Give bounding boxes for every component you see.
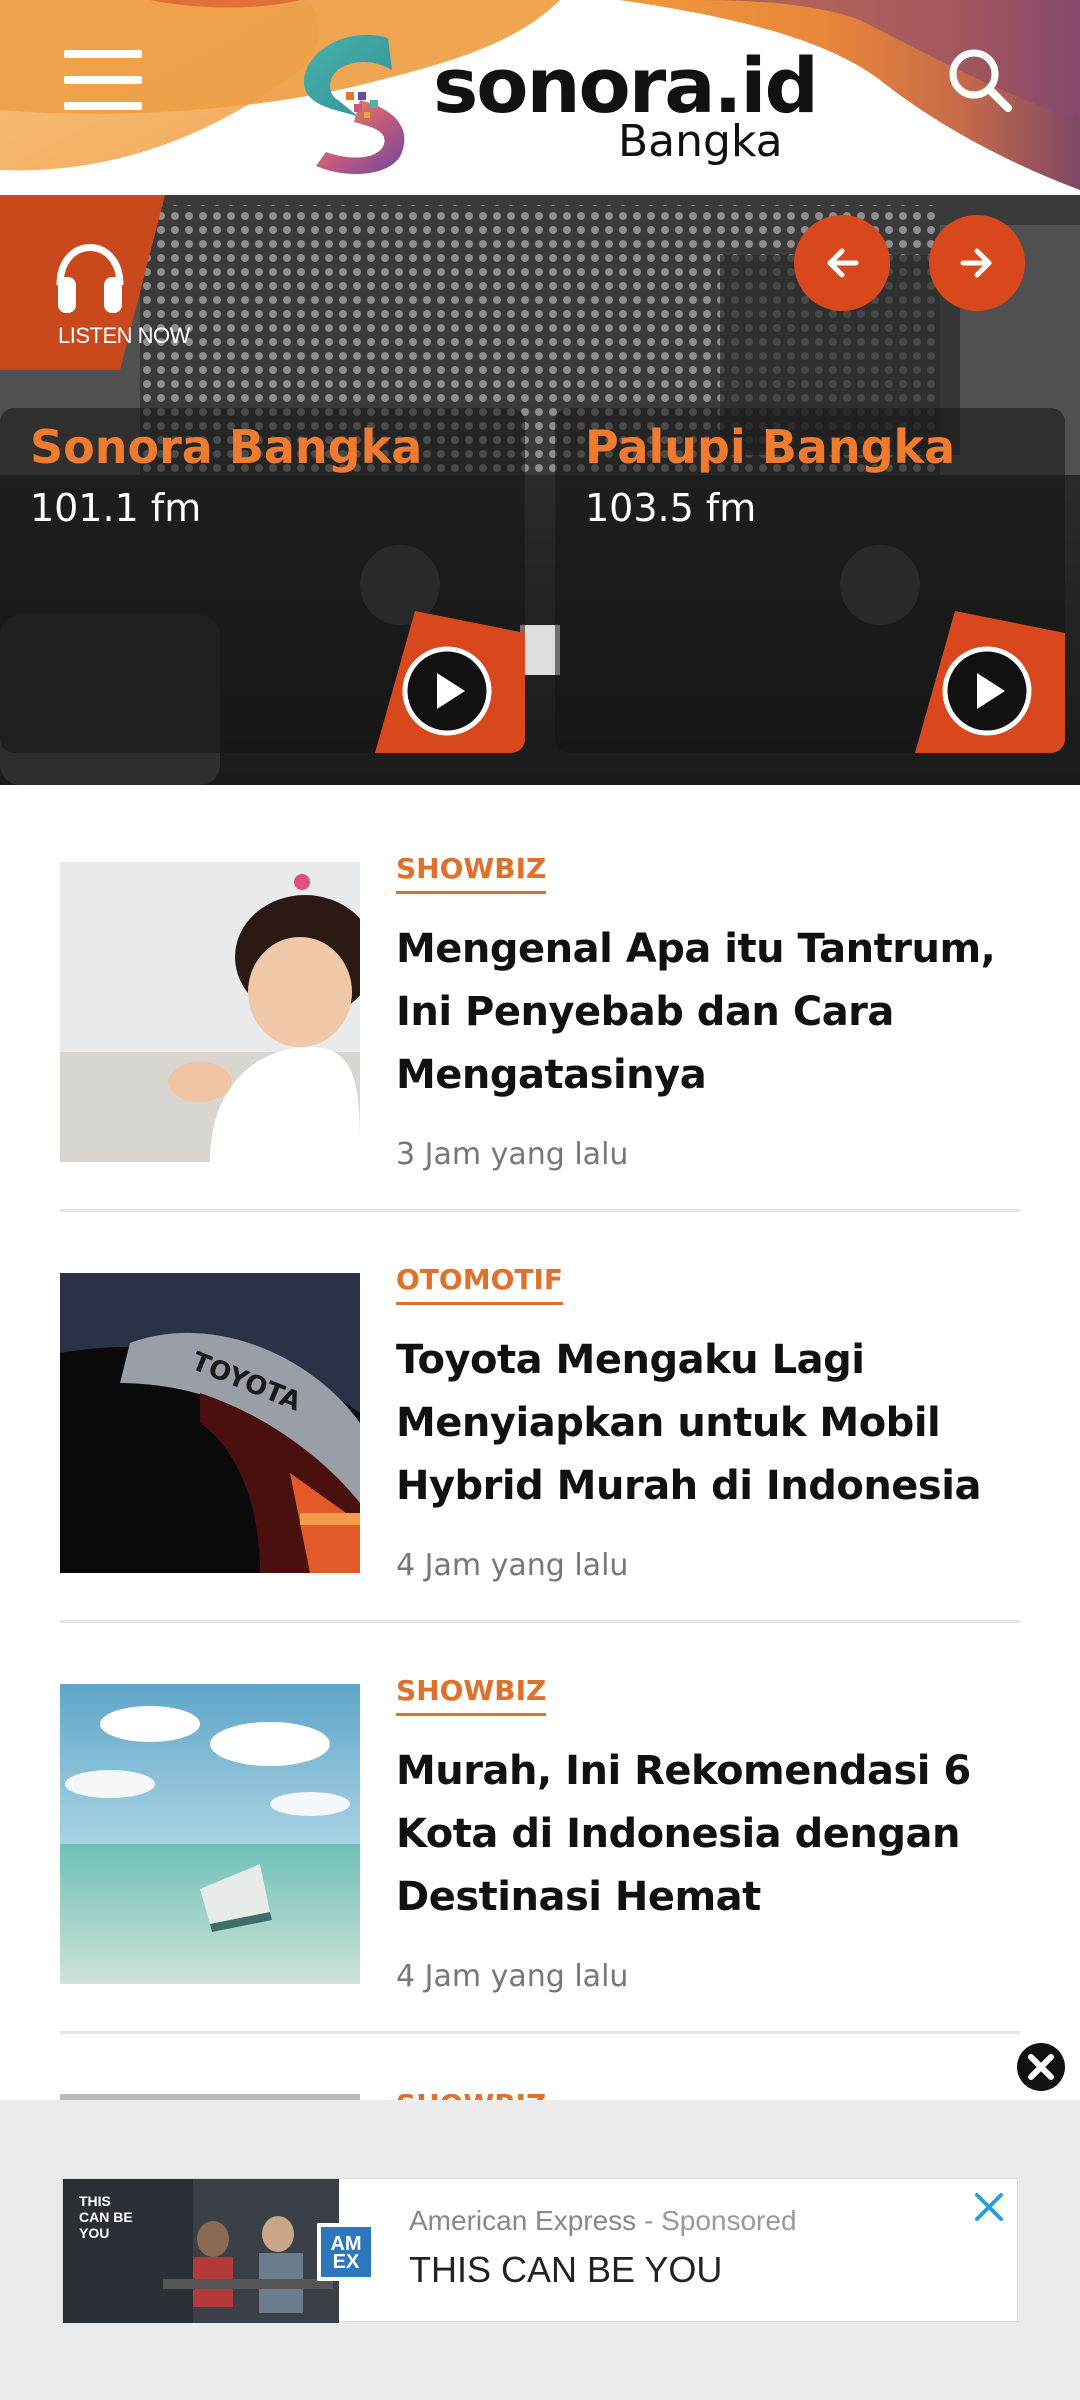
ad-close-icon[interactable] bbox=[1015, 2041, 1067, 2093]
ad-advertiser-name: American Express bbox=[409, 2205, 637, 2236]
hamburger-line bbox=[64, 102, 142, 110]
american-express-logo: AM EX bbox=[317, 2223, 375, 2281]
article-category[interactable]: SHOWBIZ bbox=[396, 852, 547, 894]
logo-subtitle: Bangka bbox=[618, 116, 783, 167]
ad-card[interactable]: THIS CAN BE YOU AM EX American Express -… bbox=[62, 2178, 1018, 2323]
carousel-next-button[interactable] bbox=[929, 215, 1025, 311]
article-timestamp: 4 Jam yang lalu bbox=[396, 1959, 629, 1994]
play-button[interactable] bbox=[375, 611, 525, 753]
search-icon[interactable] bbox=[946, 46, 1016, 116]
article-title[interactable]: Toyota Mengaku Lagi Menyiapkan untuk Mob… bbox=[396, 1329, 996, 1518]
station-frequency: 101.1 fm bbox=[30, 486, 202, 530]
article-item[interactable]: TOYOTA OTOMOTIF Toyota Mengaku Lagi Meny… bbox=[60, 1263, 1020, 1583]
station-frequency: 103.5 fm bbox=[585, 486, 757, 530]
article-thumbnail-crying-child[interactable] bbox=[60, 862, 360, 1162]
divider bbox=[60, 1209, 1020, 1212]
ad-dismiss-icon[interactable] bbox=[971, 2189, 1007, 2225]
ad-separator: - bbox=[636, 2205, 662, 2236]
station-card[interactable]: Palupi Bangka 103.5 fm bbox=[555, 408, 1065, 753]
ad-sponsored-label: Sponsored bbox=[661, 2205, 797, 2236]
ad-image[interactable]: THIS CAN BE YOU bbox=[63, 2179, 339, 2323]
hamburger-line bbox=[64, 50, 142, 58]
station-name: Sonora Bangka bbox=[30, 420, 423, 474]
article-item[interactable]: SHOWBIZ Murah, Ini Rekomendasi 6 Kota di… bbox=[60, 1674, 1020, 1994]
article-item[interactable]: SHOWBIZ Mengenal Apa itu Tantrum, Ini Pe… bbox=[60, 852, 1020, 1172]
logo-mark-icon bbox=[303, 34, 405, 175]
article-title[interactable]: Mengenal Apa itu Tantrum, Ini Penyebab d… bbox=[396, 918, 996, 1107]
article-thumbnail-toyota-car[interactable]: TOYOTA bbox=[60, 1273, 360, 1573]
hamburger-line bbox=[64, 76, 142, 84]
ad-banner-area: THIS CAN BE YOU AM EX American Express -… bbox=[0, 2100, 1080, 2400]
arrow-left-icon bbox=[827, 248, 859, 278]
listen-now-label: LISTEN NOW bbox=[58, 323, 190, 348]
radio-stations-carousel: LISTEN NOW Sonora Bangka 101.1 fm Palupi… bbox=[0, 195, 1080, 785]
article-title[interactable]: Murah, Ini Rekomendasi 6 Kota di Indones… bbox=[396, 1740, 996, 1929]
carousel-prev-button[interactable] bbox=[794, 215, 890, 311]
ad-headline[interactable]: THIS CAN BE YOU bbox=[409, 2249, 722, 2291]
station-card[interactable]: Sonora Bangka 101.1 fm bbox=[0, 408, 525, 753]
ad-image-text: THIS CAN BE YOU bbox=[79, 2193, 133, 2241]
site-header: sonora.id Bangka bbox=[0, 0, 1080, 195]
play-button[interactable] bbox=[915, 611, 1065, 753]
site-logo[interactable]: sonora.id Bangka bbox=[298, 30, 819, 180]
station-name: Palupi Bangka bbox=[585, 420, 956, 474]
arrow-right-icon bbox=[960, 248, 992, 278]
divider bbox=[60, 2031, 1020, 2034]
article-timestamp: 4 Jam yang lalu bbox=[396, 1548, 629, 1583]
article-category[interactable]: SHOWBIZ bbox=[396, 1674, 547, 1716]
logo-text: sonora.id bbox=[433, 41, 819, 130]
article-thumbnail-beach-boat[interactable] bbox=[60, 1684, 360, 1984]
divider bbox=[60, 1620, 1020, 1623]
ad-advertiser: American Express - Sponsored bbox=[409, 2205, 797, 2237]
article-category[interactable]: OTOMOTIF bbox=[396, 1263, 564, 1305]
article-timestamp: 3 Jam yang lalu bbox=[396, 1137, 629, 1172]
menu-button[interactable] bbox=[64, 50, 142, 110]
